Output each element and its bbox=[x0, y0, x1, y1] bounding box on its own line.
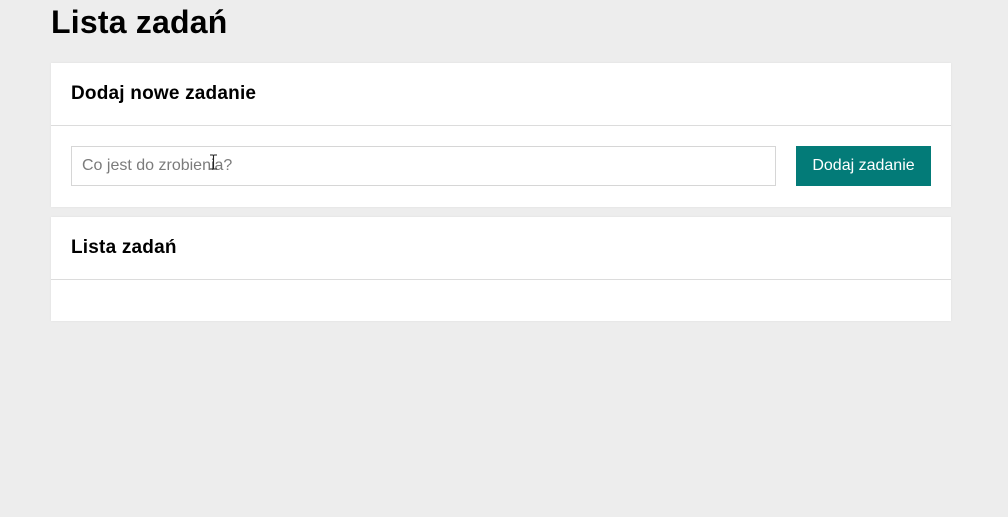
add-task-heading: Dodaj nowe zadanie bbox=[71, 83, 257, 104]
task-list-header: Lista zadań bbox=[51, 217, 951, 280]
task-input[interactable] bbox=[71, 146, 776, 186]
add-task-header: Dodaj nowe zadanie bbox=[51, 63, 951, 126]
add-task-button[interactable]: Dodaj zadanie bbox=[796, 146, 931, 186]
task-list-card: Lista zadań bbox=[51, 217, 951, 321]
add-task-body: Dodaj zadanie bbox=[51, 126, 951, 206]
page-title: Lista zadań bbox=[51, 4, 228, 40]
text-cursor-icon bbox=[210, 154, 217, 170]
task-list-heading: Lista zadań bbox=[71, 237, 177, 258]
add-task-card: Dodaj nowe zadanie Dodaj zadanie bbox=[51, 63, 951, 207]
task-list bbox=[51, 280, 951, 320]
